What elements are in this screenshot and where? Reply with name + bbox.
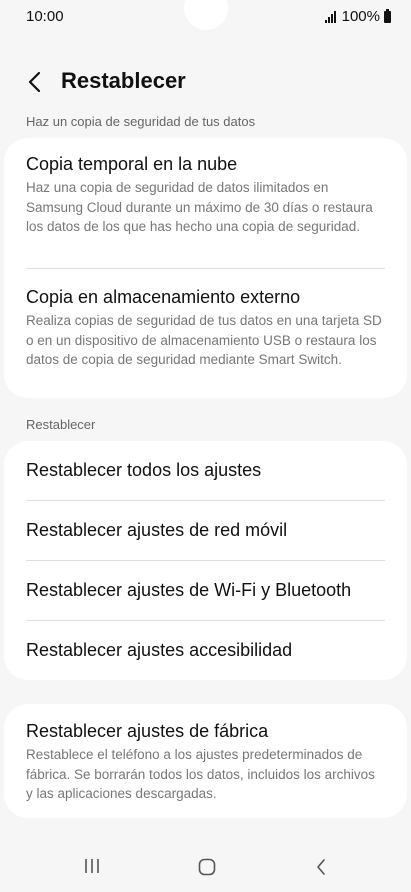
battery-level: 100%: [341, 8, 380, 25]
item-title: Restablecer ajustes de fábrica: [26, 721, 269, 741]
item-title: Copia temporal en la nube: [26, 154, 238, 174]
status-bar: 10:00 100%: [0, 0, 411, 36]
camera-notch: [184, 0, 228, 30]
reset-card: Restablecer todos los ajustes Restablece…: [4, 441, 407, 680]
signal-icon: [324, 10, 336, 23]
page-title: Restablecer: [61, 68, 186, 93]
factory-reset-card: Restablecer ajustes de fábrica Restablec…: [4, 704, 407, 818]
app-header: Restablecer: [0, 62, 411, 102]
item-description: Realiza copias de seguridad de tus datos…: [26, 313, 382, 367]
section-label-reset: Restablecer: [26, 417, 96, 432]
item-description: Restablece el teléfono a los ajustes pre…: [26, 747, 375, 801]
item-description: Haz una copia de seguridad de datos ilim…: [26, 180, 373, 234]
item-title: Restablecer ajustes de Wi-Fi y Bluetooth: [26, 580, 352, 600]
battery-icon: [384, 8, 391, 23]
factory-reset-item[interactable]: Restablecer ajustes de fábrica Restablec…: [4, 704, 407, 818]
reset-wifi-bluetooth-item[interactable]: Restablecer ajustes de Wi-Fi y Bluetooth: [4, 561, 407, 620]
section-label-backup: Haz un copia de seguridad de tus datos: [26, 114, 256, 129]
item-title: Copia en almacenamiento externo: [26, 287, 301, 307]
item-title: Restablecer ajustes de red móvil: [26, 520, 288, 540]
status-time: 10:00: [26, 8, 64, 25]
navigation-bar: [0, 840, 411, 892]
reset-all-settings-item[interactable]: Restablecer todos los ajustes: [4, 441, 407, 500]
reset-accessibility-item[interactable]: Restablecer ajustes accesibilidad: [4, 621, 407, 679]
reset-mobile-network-item[interactable]: Restablecer ajustes de red móvil: [4, 501, 407, 560]
back-icon[interactable]: [315, 858, 327, 876]
status-indicators: 100%: [324, 8, 391, 25]
chevron-left-icon[interactable]: [24, 70, 46, 94]
item-title: Restablecer ajustes accesibilidad: [26, 639, 293, 660]
recent-apps-icon[interactable]: [84, 858, 100, 874]
cloud-backup-item[interactable]: Copia temporal en la nube Haz una copia …: [4, 138, 407, 268]
home-icon[interactable]: [198, 858, 216, 876]
item-title: Restablecer todos los ajustes: [26, 460, 262, 480]
external-backup-item[interactable]: Copia en almacenamiento externo Realiza …: [4, 269, 407, 398]
backup-card: Copia temporal en la nube Haz una copia …: [4, 138, 407, 398]
